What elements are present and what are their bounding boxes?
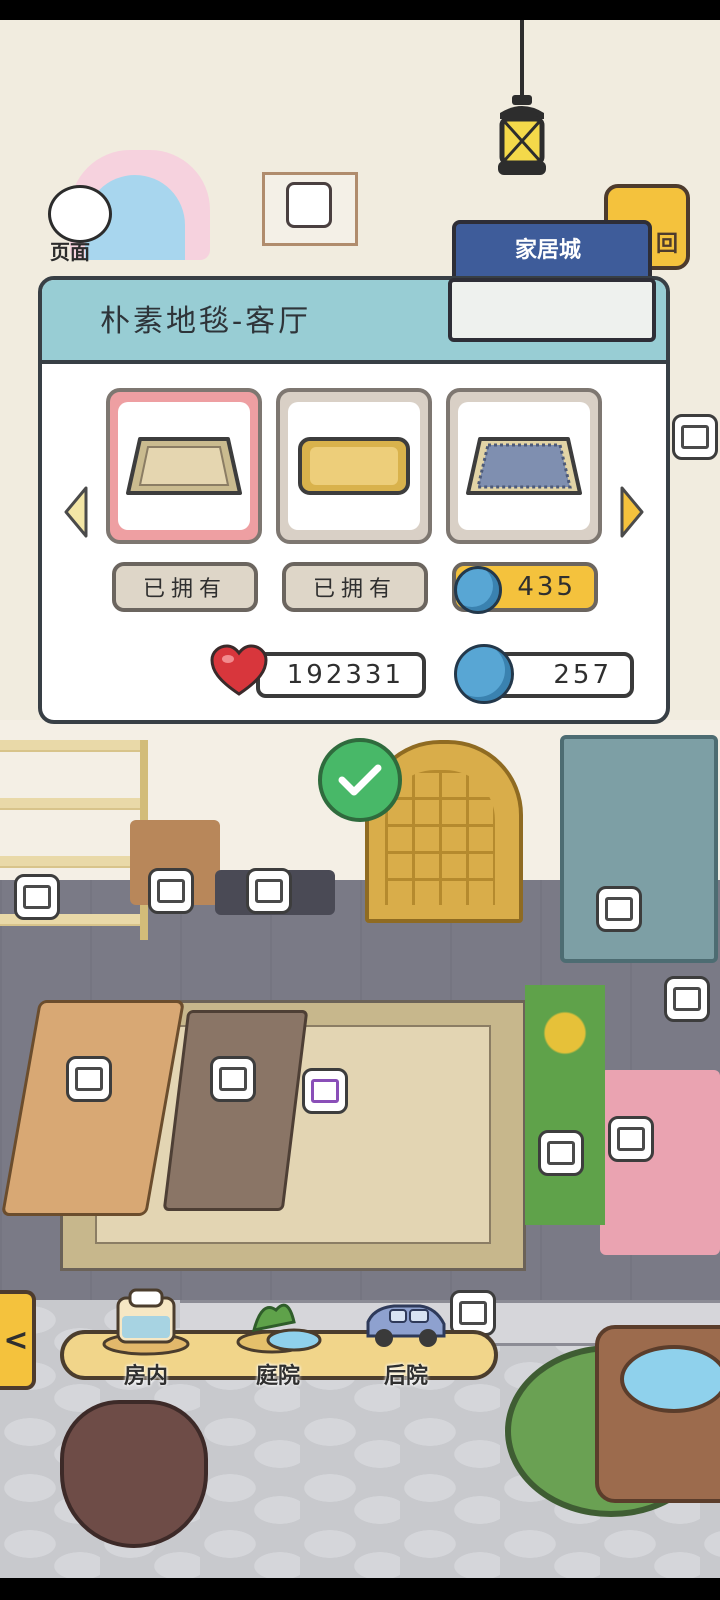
frame-tag-icon[interactable]: [286, 182, 332, 228]
rug-option-2[interactable]: [276, 388, 432, 544]
clover-coin-icon-large: [454, 644, 514, 704]
owned-status-2[interactable]: 已拥有: [282, 562, 428, 612]
dialog-title: 朴素地毯-客厅: [100, 304, 312, 339]
table-tag-icon[interactable]: [210, 1056, 256, 1102]
page-button-label: 页面: [50, 240, 90, 264]
window-tag-icon[interactable]: [664, 976, 710, 1022]
lantern-icon: [498, 95, 546, 175]
rug-glyph: [311, 1079, 339, 1103]
rug-option-2-inner: [288, 402, 420, 530]
drawer-tag-icon[interactable]: [14, 874, 60, 920]
rug-option-1[interactable]: [106, 388, 262, 544]
bed-room-icon: [102, 1288, 190, 1356]
blue-fringe-rug-icon: [466, 437, 582, 495]
side-tab-label: <: [3, 1322, 29, 1358]
box-glyph: [617, 1127, 645, 1151]
panda-icon: [48, 185, 112, 243]
clay-pot: [60, 1400, 208, 1548]
bed-glyph: [255, 879, 283, 903]
nav-label-garden: 庭院: [255, 1364, 300, 1389]
buy-price-label: 435: [517, 572, 576, 602]
plant-glyph: [547, 1141, 575, 1165]
long-table: [162, 1010, 309, 1211]
nav-item-indoor[interactable]: 房内: [86, 1270, 206, 1390]
table-glyph: [219, 1067, 247, 1091]
rug-option-1-inner: [118, 402, 250, 530]
side-collapse-tab[interactable]: <: [0, 1290, 36, 1390]
hearts-counter: 192331: [256, 652, 426, 698]
cabinet-glyph: [157, 879, 185, 903]
chair-glyph: [75, 1067, 103, 1091]
chair-tag-icon[interactable]: [66, 1056, 112, 1102]
checkmark-icon: [338, 764, 382, 796]
window-glyph: [673, 987, 701, 1011]
store-sign-label: 家居城: [514, 238, 581, 263]
shelf-tag-icon[interactable]: [672, 414, 718, 460]
chevron-left-icon[interactable]: [64, 486, 88, 538]
garden-icon: [236, 1303, 322, 1354]
nav-label-backyard: 后院: [383, 1364, 428, 1389]
wardrobe-tag-icon[interactable]: [596, 886, 642, 932]
rug-tag-icon[interactable]: [302, 1068, 348, 1114]
lamp-cord: [520, 20, 524, 100]
return-button-label: 回: [655, 232, 678, 257]
shelf-glyph: [681, 425, 709, 449]
beige-rug-icon: [126, 437, 242, 495]
door-grid: [385, 770, 495, 905]
wardrobe-glyph: [605, 897, 633, 921]
pink-rug: [600, 1070, 720, 1255]
rug-option-3[interactable]: [446, 388, 602, 544]
nav-item-backyard[interactable]: 后院: [346, 1270, 466, 1390]
car-backyard-icon: [366, 1304, 446, 1347]
owned-status-1[interactable]: 已拥有: [112, 562, 258, 612]
bottom-strip: [0, 1578, 720, 1600]
owned-status-1-label: 已拥有: [142, 577, 227, 602]
rug-purchase-dialog: 朴素地毯-客厅 已拥有 已拥有 435 192331 257: [38, 276, 670, 724]
hearts-value: 192331: [286, 660, 404, 690]
box-tag-icon[interactable]: [608, 1116, 654, 1162]
confirm-button[interactable]: [318, 738, 402, 822]
store-awning: [448, 278, 656, 342]
status-strip: [0, 0, 720, 20]
nav-label-indoor: 房内: [123, 1364, 168, 1389]
owned-status-2-label: 已拥有: [312, 577, 397, 602]
potted-plant: [525, 985, 605, 1225]
yellow-rug-icon: [298, 437, 410, 495]
heart-icon: [210, 644, 268, 696]
nav-item-garden[interactable]: 庭院: [218, 1270, 338, 1390]
cabinet-tag-icon[interactable]: [148, 868, 194, 914]
clover-coin-icon: [454, 566, 502, 614]
rug-option-3-inner: [458, 402, 590, 530]
chevron-right-icon[interactable]: [620, 486, 644, 538]
plant-tag-icon[interactable]: [538, 1130, 584, 1176]
clovers-value: 257: [553, 660, 612, 690]
bed-tag-icon[interactable]: [246, 868, 292, 914]
bath-water: [620, 1345, 720, 1413]
drawer-glyph: [23, 885, 51, 909]
game-screen: 页面 回 家居城 朴素地毯-客厅 已拥有 已拥有 435 192331 257 …: [0, 0, 720, 1600]
